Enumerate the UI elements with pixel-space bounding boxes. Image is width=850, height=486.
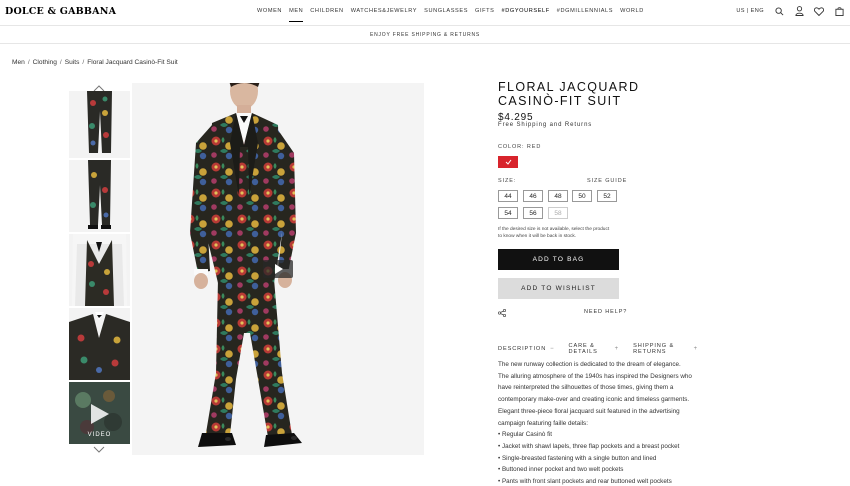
description-line: have reinterpreted the silhouettes of th… <box>498 384 674 392</box>
tab-description[interactable]: DESCRIPTION − <box>498 343 555 355</box>
size-option-44[interactable]: 44 <box>498 190 518 202</box>
breadcrumb-clothing[interactable]: Clothing <box>33 59 57 66</box>
nav-dgyourself[interactable]: #DGYOURSELF <box>502 8 550 17</box>
breadcrumb: Men / Clothing / Suits / Floral Jacquard… <box>12 59 178 66</box>
check-icon <box>505 159 511 165</box>
size-option-46[interactable]: 46 <box>523 190 543 202</box>
nav-women[interactable]: WOMEN <box>257 8 282 17</box>
breadcrumb-separator: / <box>27 59 30 66</box>
expand-icon: + <box>614 346 620 352</box>
description-line: campaign featuring faille details: <box>498 419 588 427</box>
feature-bullet: • Jacket with shawl lapels, three flap p… <box>498 442 680 450</box>
nav-world[interactable]: WORLD <box>620 8 644 17</box>
tab-shipping-returns[interactable]: SHIPPING & RETURNS + <box>633 343 698 355</box>
thumbnail-video[interactable]: VIDEO <box>69 382 130 444</box>
color-swatch-red[interactable] <box>498 156 518 168</box>
color-label: COLOR: RED <box>498 144 542 150</box>
share-icon[interactable] <box>498 309 506 317</box>
product-description: The new runway collection is dedicated t… <box>498 359 698 486</box>
nav-watches-jewelry[interactable]: WATCHES&JEWELRY <box>351 8 417 17</box>
main-nav: WOMEN MEN CHILDREN WATCHES&JEWELRY SUNGL… <box>257 8 644 22</box>
site-header: DOLCE & GABBANA WOMEN MEN CHILDREN WATCH… <box>0 0 850 26</box>
product-info: FLORAL JACQUARD CASINÒ-FIT SUIT $4.295 F… <box>498 80 698 485</box>
header-tools: US | ENG <box>736 6 844 16</box>
description-line: Elegant three-piece floral jacquard suit… <box>498 407 680 415</box>
size-option-58[interactable]: 58 <box>548 207 568 219</box>
nav-dgmillennials[interactable]: #DGMILLENNIALS <box>557 8 613 17</box>
nav-men[interactable]: MEN <box>289 8 304 22</box>
feature-bullet: • Regular Casinò fit <box>498 431 553 439</box>
availability-note: If the desired size is not available, se… <box>498 227 610 239</box>
tab-care-details[interactable]: CARE & DETAILS + <box>569 343 620 355</box>
video-label: VIDEO <box>87 432 112 438</box>
size-option-56[interactable]: 56 <box>523 207 543 219</box>
description-line: The alluring atmosphere of the 1940s has… <box>498 372 692 380</box>
play-icon <box>275 264 283 274</box>
main-product-image[interactable] <box>132 83 424 455</box>
search-icon[interactable] <box>774 6 784 16</box>
breadcrumb-separator: / <box>82 59 85 66</box>
size-option-50[interactable]: 50 <box>572 190 592 202</box>
wishlist-icon[interactable] <box>814 6 824 16</box>
thumbnail-strip: VIDEO <box>69 83 130 455</box>
size-option-54[interactable]: 54 <box>498 207 518 219</box>
feature-bullet: • Buttoned inner pocket and two welt poc… <box>498 466 624 474</box>
product-tabs: DESCRIPTION − CARE & DETAILS + SHIPPING … <box>498 343 698 355</box>
thumbnail-jacket[interactable] <box>69 308 130 380</box>
tab-shipping-returns-label: SHIPPING & RETURNS <box>633 343 675 355</box>
breadcrumb-current: Floral Jacquard Casinò-Fit Suit <box>87 59 178 66</box>
nav-children[interactable]: CHILDREN <box>310 8 343 17</box>
breadcrumb-suits[interactable]: Suits <box>65 59 80 66</box>
size-option-48[interactable]: 48 <box>548 190 568 202</box>
thumbnail-pants-front[interactable] <box>69 91 130 158</box>
add-to-wishlist-button[interactable]: ADD TO WISHLIST <box>498 278 619 299</box>
tab-description-label: DESCRIPTION <box>498 346 547 352</box>
brand-logo[interactable]: DOLCE & GABBANA <box>5 6 116 17</box>
collapse-icon: − <box>550 346 555 352</box>
nav-sunglasses[interactable]: SUNGLASSES <box>424 8 468 17</box>
promo-banner: ENJOY FREE SHIPPING & RETURNS <box>0 27 850 44</box>
chevron-down-icon[interactable] <box>93 446 105 454</box>
nav-gifts[interactable]: GIFTS <box>475 8 494 17</box>
size-option-52[interactable]: 52 <box>597 190 617 202</box>
size-guide-link[interactable]: SIZE GUIDE <box>587 178 627 184</box>
feature-bullet: • Pants with front slant pockets and rea… <box>498 478 672 486</box>
language-selector[interactable]: US | ENG <box>736 8 764 14</box>
play-video-button[interactable] <box>263 260 293 278</box>
expand-icon: + <box>693 346 698 352</box>
shipping-info: Free Shipping and Returns <box>498 122 593 128</box>
bag-icon[interactable] <box>834 6 844 16</box>
tab-care-details-label: CARE & DETAILS <box>568 343 598 355</box>
description-line: The new runway collection is dedicated t… <box>498 361 681 368</box>
add-to-bag-button[interactable]: ADD TO BAG <box>498 249 619 270</box>
account-icon[interactable] <box>794 6 804 16</box>
breadcrumb-men[interactable]: Men <box>12 59 25 66</box>
thumbnail-vest[interactable] <box>69 234 130 306</box>
product-title: FLORAL JACQUARD CASINÒ-FIT SUIT <box>498 80 640 108</box>
thumbnail-pants-side[interactable] <box>69 160 130 232</box>
feature-bullet: • Single-breasted fastening with a singl… <box>498 454 657 462</box>
breadcrumb-separator: / <box>59 59 62 66</box>
size-label: SIZE: <box>498 178 517 184</box>
need-help-link[interactable]: NEED HELP? <box>584 309 627 315</box>
description-line: contemporary make-over and creating icon… <box>498 396 690 404</box>
